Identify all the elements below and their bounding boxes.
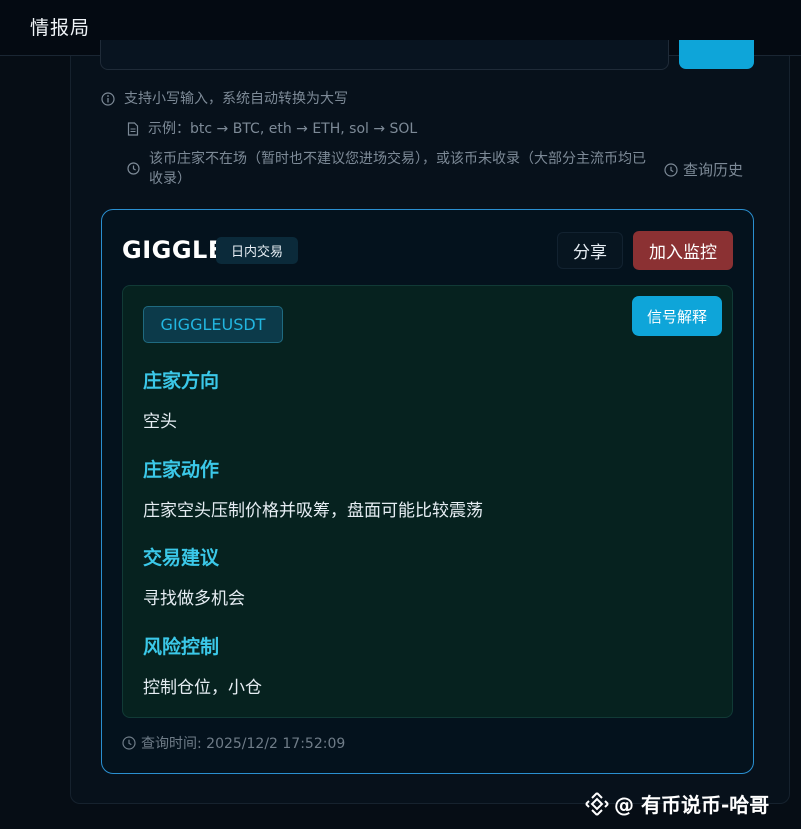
query-history-label: 查询历史 [683, 161, 744, 179]
clock-icon [664, 162, 678, 177]
hint-example: 示例：btc → BTC, eth → ETH, sol → SOL [127, 119, 417, 139]
hint-lowercase: 支持小写输入，系统自动转换为大写 [101, 89, 348, 109]
hint-example-text: 示例：btc → BTC, eth → ETH, sol → SOL [148, 121, 418, 137]
coin-name: GIGGLE [122, 236, 225, 264]
watermark: @ 有币说币-哈哥 [584, 789, 769, 818]
hint-lowercase-text: 支持小写输入，系统自动转换为大写 [124, 91, 348, 107]
query-time: 查询时间: 2025/12/2 17:52:09 [122, 733, 345, 753]
signal-explain-button[interactable]: 信号解释 [632, 296, 722, 336]
section-title: 风险控制 [143, 636, 220, 658]
section-value: 空头 [143, 412, 177, 432]
query-time-text: 查询时间: 2025/12/2 17:52:09 [141, 736, 346, 752]
share-button[interactable]: 分享 [557, 232, 623, 269]
add-to-watch-button[interactable]: 加入监控 [633, 231, 733, 270]
hint-notice-text: 该币庄家不在场（暂时也不建议您进场交易），或该币未收录（大部分主流币均已收录） [149, 151, 646, 187]
section-value: 控制仓位，小仓 [143, 678, 262, 698]
section-value: 庄家空头压制价格并吸筹，盘面可能比较震荡 [143, 501, 483, 521]
section-title: 庄家动作 [143, 459, 220, 481]
search-button[interactable] [679, 40, 754, 69]
symbol-tag: GIGGLEUSDT [143, 306, 283, 343]
section-title: 交易建议 [143, 547, 220, 569]
section-title: 庄家方向 [143, 370, 220, 392]
trade-mode-badge: 日内交易 [216, 237, 298, 264]
coin-search-input[interactable] [100, 40, 669, 70]
app-title: 情报局 [30, 17, 91, 39]
query-history-link[interactable]: 查询历史 [664, 159, 743, 180]
info-icon [101, 92, 115, 106]
document-icon [127, 122, 139, 136]
clock-icon [122, 736, 136, 750]
binance-logo-icon [585, 791, 609, 816]
section-value: 寻找做多机会 [143, 589, 245, 609]
clock-icon [127, 162, 140, 175]
watermark-text: @ 有币说币-哈哥 [614, 793, 770, 817]
hint-notice: 该币庄家不在场（暂时也不建议您进场交易），或该币未收录（大部分主流币均已收录） [127, 149, 652, 189]
